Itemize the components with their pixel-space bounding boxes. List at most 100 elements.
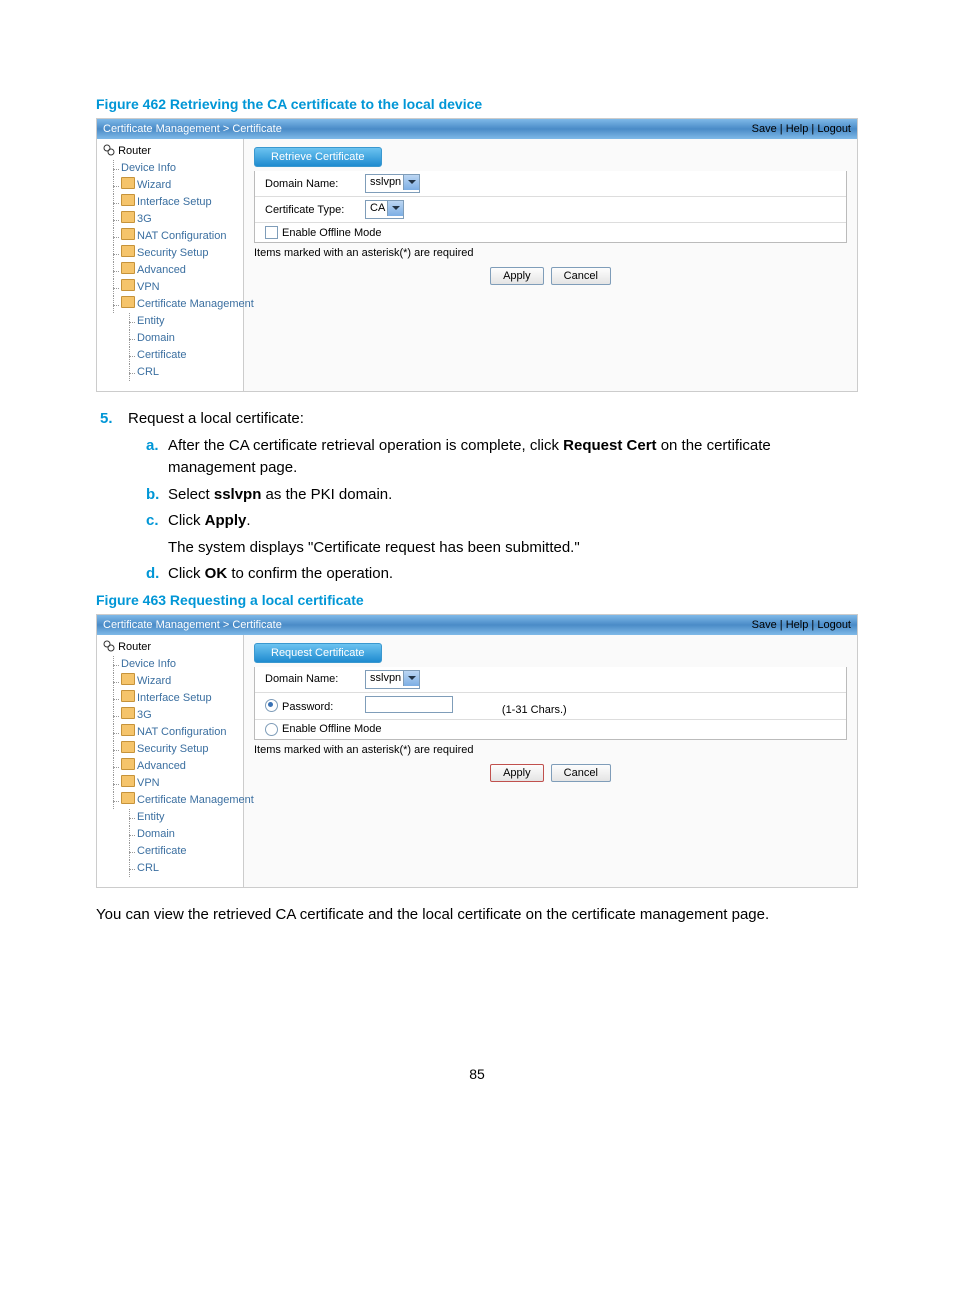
tree-item-label: Wizard xyxy=(137,675,171,687)
folder-icon xyxy=(121,245,135,257)
tree-item-label: Security Setup xyxy=(137,247,209,259)
nav-tree: Router Device Info Wizard Interface Setu… xyxy=(97,635,244,887)
folder-icon xyxy=(121,792,135,804)
tree-item-label: Certificate Management xyxy=(137,794,254,806)
sub-letter-d: d. xyxy=(146,563,168,586)
password-input[interactable] xyxy=(365,696,453,713)
offline-mode-checkbox[interactable] xyxy=(265,226,278,239)
tree-advanced[interactable]: Advanced xyxy=(103,262,243,279)
bold-text: OK xyxy=(205,565,228,582)
domain-name-label: Domain Name: xyxy=(265,178,365,190)
help-link[interactable]: Help xyxy=(786,123,809,135)
tree-security-setup[interactable]: Security Setup xyxy=(103,741,243,758)
header-links: Save | Help | Logout xyxy=(752,618,851,632)
tree-wizard[interactable]: Wizard xyxy=(103,177,243,194)
tree-cert-mgmt[interactable]: Certificate Management xyxy=(103,792,243,809)
tree-3g[interactable]: 3G xyxy=(103,211,243,228)
tree-root[interactable]: Router xyxy=(103,639,243,656)
sub-text-b: Select sslvpn as the PKI domain. xyxy=(168,484,392,507)
offline-mode-radio[interactable] xyxy=(265,723,278,736)
save-link[interactable]: Save xyxy=(752,619,777,631)
folder-icon xyxy=(121,296,135,308)
folder-icon xyxy=(121,707,135,719)
folder-icon xyxy=(121,741,135,753)
tree-vpn[interactable]: VPN xyxy=(103,279,243,296)
breadcrumb-bar: Certificate Management > Certificate Sav… xyxy=(97,615,857,635)
text: Click xyxy=(168,565,205,582)
sub-text-a: After the CA certificate retrieval opera… xyxy=(168,435,858,480)
page-number: 85 xyxy=(96,1066,858,1082)
spacer xyxy=(146,537,168,560)
form-box: Domain Name: sslvpn Certificate Type: CA… xyxy=(254,171,847,243)
step-5: 5. Request a local certificate: a. After… xyxy=(132,408,858,586)
tree-item-label: 3G xyxy=(137,709,152,721)
tree-device-info[interactable]: Device Info xyxy=(103,160,243,177)
save-link[interactable]: Save xyxy=(752,123,777,135)
tree-item-label: Interface Setup xyxy=(137,692,212,704)
tree-wizard[interactable]: Wizard xyxy=(103,673,243,690)
tree-domain[interactable]: Domain xyxy=(103,330,243,347)
cancel-button[interactable]: Cancel xyxy=(551,267,611,285)
domain-name-select[interactable]: sslvpn xyxy=(365,174,420,193)
tree-device-info[interactable]: Device Info xyxy=(103,656,243,673)
tree-entity[interactable]: Entity xyxy=(103,313,243,330)
select-value: CA xyxy=(370,202,385,214)
sub-letter-c: c. xyxy=(146,510,168,533)
password-radio-row: Password: xyxy=(265,699,365,713)
offline-mode-label: Enable Offline Mode xyxy=(282,723,381,735)
tree-cert-mgmt[interactable]: Certificate Management xyxy=(103,296,243,313)
tree-nat-config[interactable]: NAT Configuration xyxy=(103,228,243,245)
tree-item-label: Entity xyxy=(137,315,165,327)
tree-3g[interactable]: 3G xyxy=(103,707,243,724)
tab-request-certificate[interactable]: Request Certificate xyxy=(254,643,382,663)
folder-icon xyxy=(121,177,135,189)
domain-name-select[interactable]: sslvpn xyxy=(365,670,420,689)
tree-item-label: VPN xyxy=(137,777,160,789)
help-link[interactable]: Help xyxy=(786,619,809,631)
apply-button[interactable]: Apply xyxy=(490,764,544,782)
tree-vpn[interactable]: VPN xyxy=(103,775,243,792)
sub-letter-b: b. xyxy=(146,484,168,507)
logout-link[interactable]: Logout xyxy=(817,123,851,135)
tree-advanced[interactable]: Advanced xyxy=(103,758,243,775)
tree-item-label: Certificate xyxy=(137,845,187,857)
password-radio[interactable] xyxy=(265,699,278,712)
tree-nat-config[interactable]: NAT Configuration xyxy=(103,724,243,741)
text: . xyxy=(246,512,250,529)
text: to confirm the operation. xyxy=(227,565,393,582)
tree-item-label: NAT Configuration xyxy=(137,726,226,738)
folder-icon xyxy=(121,758,135,770)
logout-link[interactable]: Logout xyxy=(817,619,851,631)
tree-item-label: Device Info xyxy=(121,162,176,174)
text: Click xyxy=(168,512,205,529)
tree-certificate[interactable]: Certificate xyxy=(103,843,243,860)
apply-button[interactable]: Apply xyxy=(490,267,544,285)
tree-entity[interactable]: Entity xyxy=(103,809,243,826)
tree-item-label: Certificate Management xyxy=(137,298,254,310)
tree-security-setup[interactable]: Security Setup xyxy=(103,245,243,262)
text: as the PKI domain. xyxy=(261,486,392,503)
tree-item-label: Domain xyxy=(137,828,175,840)
tree-interface-setup[interactable]: Interface Setup xyxy=(103,194,243,211)
tree-item-label: NAT Configuration xyxy=(137,230,226,242)
tree-domain[interactable]: Domain xyxy=(103,826,243,843)
tree-certificate[interactable]: Certificate xyxy=(103,347,243,364)
tab-retrieve-certificate[interactable]: Retrieve Certificate xyxy=(254,147,382,167)
tree-item-label: Security Setup xyxy=(137,743,209,755)
folder-icon xyxy=(121,673,135,685)
tree-item-label: Domain xyxy=(137,332,175,344)
tree-crl[interactable]: CRL xyxy=(103,860,243,877)
breadcrumb-bar: Certificate Management > Certificate Sav… xyxy=(97,119,857,139)
tree-root[interactable]: Router xyxy=(103,143,243,160)
folder-icon xyxy=(121,279,135,291)
tree-root-label: Router xyxy=(118,145,151,157)
tree-crl[interactable]: CRL xyxy=(103,364,243,381)
folder-icon xyxy=(121,194,135,206)
cert-type-select[interactable]: CA xyxy=(365,200,404,219)
folder-icon xyxy=(121,690,135,702)
cancel-button[interactable]: Cancel xyxy=(551,764,611,782)
tree-item-label: CRL xyxy=(137,862,159,874)
tree-item-label: Advanced xyxy=(137,264,186,276)
tree-interface-setup[interactable]: Interface Setup xyxy=(103,690,243,707)
cert-type-label: Certificate Type: xyxy=(265,204,365,216)
